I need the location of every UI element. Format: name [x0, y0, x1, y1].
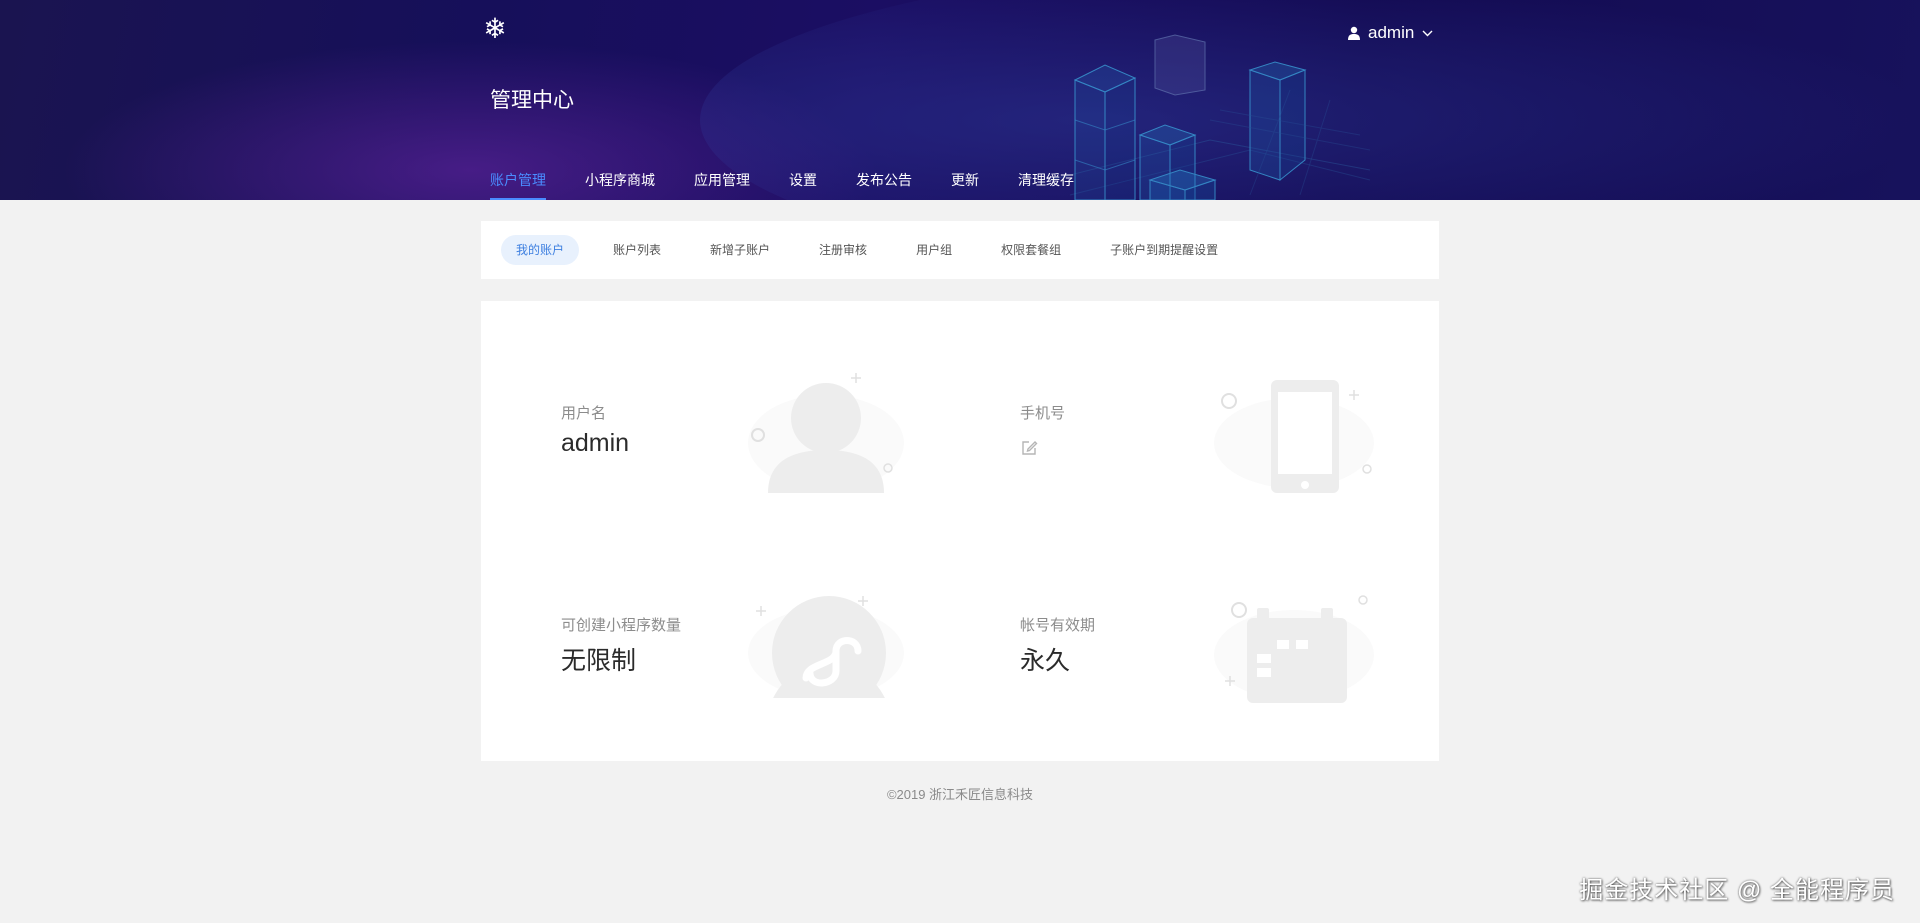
top-nav: 账户管理 小程序商城 应用管理 设置 发布公告 更新 清理缓存: [490, 168, 1113, 200]
user-icon: [1348, 26, 1360, 40]
app-quota-value: 无限制: [561, 647, 637, 675]
username-value: admin: [561, 429, 630, 457]
tab-user-group[interactable]: 用户组: [901, 235, 967, 265]
tab-my-account[interactable]: 我的账户: [501, 235, 580, 265]
nav-item-clear-cache[interactable]: 清理缓存: [1018, 168, 1074, 200]
snowflake-icon[interactable]: ❄: [480, 14, 510, 44]
tab-permission-package[interactable]: 权限套餐组: [986, 235, 1076, 265]
chevron-down-icon: [1422, 30, 1433, 36]
tab-add-sub-account[interactable]: 新增子账户: [695, 235, 785, 265]
tab-account-list[interactable]: 账户列表: [598, 235, 676, 265]
nav-item-announcement[interactable]: 发布公告: [856, 168, 912, 200]
user-name: admin: [1368, 23, 1415, 42]
phone-illustration-icon: [1214, 380, 1374, 493]
phone-block: 手机号: [1020, 402, 1065, 462]
calendar-illustration-icon: [1214, 595, 1374, 703]
footer-copyright: ©2019 浙江禾匠信息科技: [886, 787, 1034, 802]
app-quota-label: 可创建小程序数量: [561, 617, 682, 634]
tab-registration-review[interactable]: 注册审核: [804, 235, 882, 265]
mini-program-illustration-icon: [746, 596, 906, 703]
tab-expiry-reminder-settings[interactable]: 子账户到期提醒设置: [1095, 235, 1233, 265]
header-banner: ❄ admin 管理中心 账户管理 小程序商城 应用管理 设置 发布公告 更新 …: [0, 0, 1920, 200]
watermark: 掘金技术社区 @ 全能程序员: [1579, 877, 1895, 904]
page-title: 管理中心: [490, 89, 574, 112]
sub-nav: 我的账户 账户列表 新增子账户 注册审核 用户组 权限套餐组 子账户到期提醒设置: [481, 221, 1439, 279]
nav-item-app-management[interactable]: 应用管理: [694, 168, 750, 200]
edit-icon[interactable]: [1020, 439, 1038, 457]
validity-label: 帐号有效期: [1020, 617, 1096, 634]
username-label: 用户名: [561, 405, 607, 422]
person-illustration-icon: [748, 373, 904, 493]
username-block: 用户名 admin: [561, 402, 629, 458]
nav-item-account-management[interactable]: 账户管理: [490, 168, 546, 200]
phone-label: 手机号: [1020, 405, 1066, 422]
nav-item-update[interactable]: 更新: [951, 168, 979, 200]
nav-item-settings[interactable]: 设置: [789, 168, 817, 200]
validity-block: 帐号有效期 永久: [1020, 614, 1095, 677]
account-info-card: 用户名 admin 手机号 可创建小程序数量 无限制 帐号有效期 永久: [481, 301, 1439, 761]
validity-value: 永久: [1020, 647, 1071, 675]
user-menu[interactable]: admin: [1348, 20, 1433, 46]
app-quota-block: 可创建小程序数量 无限制: [561, 614, 681, 677]
nav-item-mini-program-mall[interactable]: 小程序商城: [585, 168, 655, 200]
